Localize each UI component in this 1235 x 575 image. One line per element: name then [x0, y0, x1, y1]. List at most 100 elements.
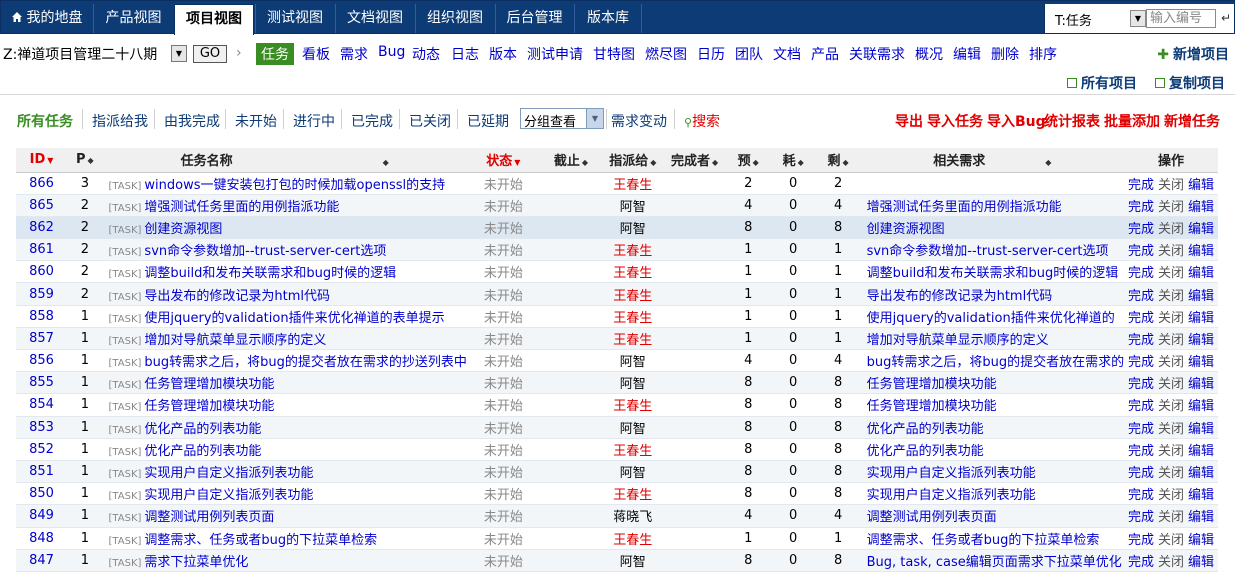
task-story[interactable]: 增强测试任务里面的用例指派功能 [860, 194, 1125, 217]
task-story[interactable]: svn命令参数增加--trust-server-cert选项 [860, 238, 1125, 262]
finish-button[interactable]: 完成 [1128, 266, 1154, 281]
task-name-link[interactable]: 实现用户自定义指派列表功能 [144, 466, 313, 481]
task-name-link[interactable]: 增加对导航菜单显示顺序的定义 [144, 333, 326, 348]
col-story[interactable]: 相关需求 ◆ [860, 148, 1125, 173]
close-button[interactable]: 关闭 [1158, 178, 1184, 193]
close-button[interactable]: 关闭 [1158, 510, 1184, 525]
table-row[interactable]: 866 3 [TASK] windows一键安装包打包的时候加载openssl的支持未… [16, 172, 1218, 195]
edit-button[interactable]: 编辑 [1188, 244, 1214, 259]
close-button[interactable]: 关闭 [1158, 555, 1184, 570]
chevron-down-icon[interactable]: ▼ [171, 45, 187, 62]
subnav-doc[interactable]: 文档 [773, 44, 801, 64]
col-finished-by[interactable]: 完成者 ◆ [663, 148, 726, 173]
task-name[interactable]: [TASK] 实现用户自定义指派列表功能 [102, 482, 467, 506]
table-row[interactable]: 860 2 [TASK] 调整build和发布关联需求和bug时候的逻辑 未开始 王春生 1… [16, 260, 1218, 284]
enter-icon[interactable]: ↵ [1221, 11, 1231, 25]
number-input[interactable]: 输入编号 [1146, 9, 1216, 28]
task-name-link[interactable]: 实现用户自定义指派列表功能 [144, 488, 313, 503]
edit-button[interactable]: 编辑 [1188, 377, 1214, 392]
import-bug-button[interactable]: 导入Bug [987, 111, 1046, 131]
table-row[interactable]: 851 1 [TASK] 实现用户自定义指派列表功能 未开始 阿智 8 0 8 实现用户自定义指派… [16, 460, 1218, 484]
filter-story-change[interactable]: 需求变动 [611, 111, 667, 131]
table-row[interactable]: 858 1 [TASK] 使用jquery的validation插件来优化禅道的表单提… [16, 305, 1218, 328]
task-id[interactable]: 857 [16, 327, 68, 351]
task-name[interactable]: [TASK] bug转需求之后，将bug的提交者放在需求的抄送列表中 [102, 349, 467, 373]
report-button[interactable]: 统计报表 [1044, 111, 1100, 131]
close-button[interactable]: 关闭 [1158, 266, 1184, 281]
task-name[interactable]: [TASK] svn命令参数增加--trust-server-cert选项 [102, 238, 467, 262]
close-button[interactable]: 关闭 [1158, 466, 1184, 481]
close-button[interactable]: 关闭 [1158, 422, 1184, 437]
finish-button[interactable]: 完成 [1128, 488, 1154, 503]
task-id[interactable]: 858 [16, 305, 68, 328]
table-row[interactable]: 862 2 [TASK] 创建资源视图 未开始 阿智 8 0 8 创建资源视图 完成 关闭 编辑 [16, 216, 1218, 240]
task-id[interactable]: 848 [16, 527, 68, 550]
task-id[interactable]: 862 [16, 216, 68, 240]
tab-org-view[interactable]: 组织视图 [415, 4, 494, 33]
task-name-link[interactable]: 任务管理增加模块功能 [144, 399, 274, 414]
filter-closed[interactable]: 已关闭 [409, 111, 451, 131]
finish-button[interactable]: 完成 [1128, 244, 1154, 259]
task-name-link[interactable]: 导出发布的修改记录为html代码 [144, 289, 330, 304]
table-row[interactable]: 854 1 [TASK] 任务管理增加模块功能 未开始 王春生 8 0 8 任务管理增加模块功能完… [16, 393, 1218, 417]
project-select[interactable]: Z:禅道项目管理二十八期 [3, 44, 157, 64]
table-row[interactable]: 853 1 [TASK] 优化产品的列表功能 未开始 阿智 8 0 8 优化产品的列表功能 完成 关闭… [16, 416, 1218, 439]
close-button[interactable]: 关闭 [1158, 244, 1184, 259]
subnav-log[interactable]: 日志 [451, 44, 479, 64]
finish-button[interactable]: 完成 [1128, 289, 1154, 304]
tab-repo[interactable]: 版本库 [574, 4, 642, 33]
task-id[interactable]: 861 [16, 238, 68, 262]
subnav-bug[interactable]: Bug [378, 44, 405, 60]
close-button[interactable]: 关闭 [1158, 289, 1184, 304]
task-story[interactable]: 实现用户自定义指派列表功能 [860, 482, 1125, 506]
task-name[interactable]: [TASK] 增加对导航菜单显示顺序的定义 [102, 327, 467, 351]
subnav-burn[interactable]: 燃尽图 [645, 44, 687, 64]
go-button[interactable]: GO [193, 45, 227, 63]
close-button[interactable]: 关闭 [1158, 377, 1184, 392]
finish-button[interactable]: 完成 [1128, 510, 1154, 525]
subnav-story[interactable]: 需求 [340, 44, 368, 64]
add-task-button[interactable]: 新增任务 [1164, 111, 1220, 131]
task-story[interactable]: 实现用户自定义指派列表功能 [860, 460, 1125, 484]
task-name[interactable]: [TASK] 调整需求、任务或者bug的下拉菜单检索 [102, 527, 467, 550]
finish-button[interactable]: 完成 [1128, 178, 1154, 193]
task-name[interactable]: [TASK] 任务管理增加模块功能 [102, 371, 467, 395]
table-row[interactable]: 850 1 [TASK] 实现用户自定义指派列表功能 未开始 王春生 8 0 8 实现用户自定义指… [16, 482, 1218, 506]
subnav-overview[interactable]: 概况 [915, 44, 943, 64]
search-button[interactable]: ⚲搜索 [684, 111, 720, 131]
finish-button[interactable]: 完成 [1128, 444, 1154, 459]
task-story[interactable]: bug转需求之后，将bug的提交者放在需求的 [860, 349, 1125, 373]
close-button[interactable]: 关闭 [1158, 355, 1184, 370]
close-button[interactable]: 关闭 [1158, 200, 1184, 215]
edit-button[interactable]: 编辑 [1188, 533, 1214, 548]
task-story[interactable]: 使用jquery的validation插件来优化禅道的 [860, 305, 1125, 328]
export-button[interactable]: 导出 [895, 111, 923, 131]
filter-finished-by-me[interactable]: 由我完成 [164, 111, 220, 131]
batch-add-button[interactable]: 批量添加 [1104, 111, 1160, 131]
edit-button[interactable]: 编辑 [1188, 444, 1214, 459]
task-story[interactable]: 调整需求、任务或者bug的下拉菜单检索 [860, 527, 1125, 550]
finish-button[interactable]: 完成 [1128, 466, 1154, 481]
task-id[interactable]: 852 [16, 438, 68, 461]
table-row[interactable]: 847 1 [TASK] 需求下拉菜单优化 未开始 阿智 8 0 8 Bug, task, cas… [16, 549, 1218, 572]
task-name-link[interactable]: 优化产品的列表功能 [144, 444, 261, 459]
task-story[interactable] [860, 172, 1125, 195]
col-name[interactable]: 任务名称 ◆ [102, 148, 467, 173]
task-id[interactable]: 855 [16, 371, 68, 395]
close-button[interactable]: 关闭 [1158, 488, 1184, 503]
close-button[interactable]: 关闭 [1158, 399, 1184, 414]
col-status[interactable]: 状态 ▼ [466, 148, 540, 173]
subnav-link-story[interactable]: 关联需求 [849, 44, 905, 64]
col-left[interactable]: 剩 ◆ [815, 148, 861, 173]
col-consumed[interactable]: 耗 ◆ [770, 148, 816, 173]
task-name-link[interactable]: 增强测试任务里面的用例指派功能 [144, 200, 339, 215]
subnav-kanban[interactable]: 看板 [302, 44, 330, 64]
task-name-link[interactable]: 调整需求、任务或者bug的下拉菜单检索 [144, 533, 377, 548]
edit-button[interactable]: 编辑 [1188, 222, 1214, 237]
edit-button[interactable]: 编辑 [1188, 488, 1214, 503]
task-story[interactable]: 调整build和发布关联需求和bug时候的逻辑 [860, 260, 1125, 284]
finish-button[interactable]: 完成 [1128, 399, 1154, 414]
edit-button[interactable]: 编辑 [1188, 555, 1214, 570]
table-row[interactable]: 865 2 [TASK] 增强测试任务里面的用例指派功能 未开始 阿智 4 0 4 增强测试任务里… [16, 194, 1218, 217]
tab-admin[interactable]: 后台管理 [495, 4, 573, 33]
